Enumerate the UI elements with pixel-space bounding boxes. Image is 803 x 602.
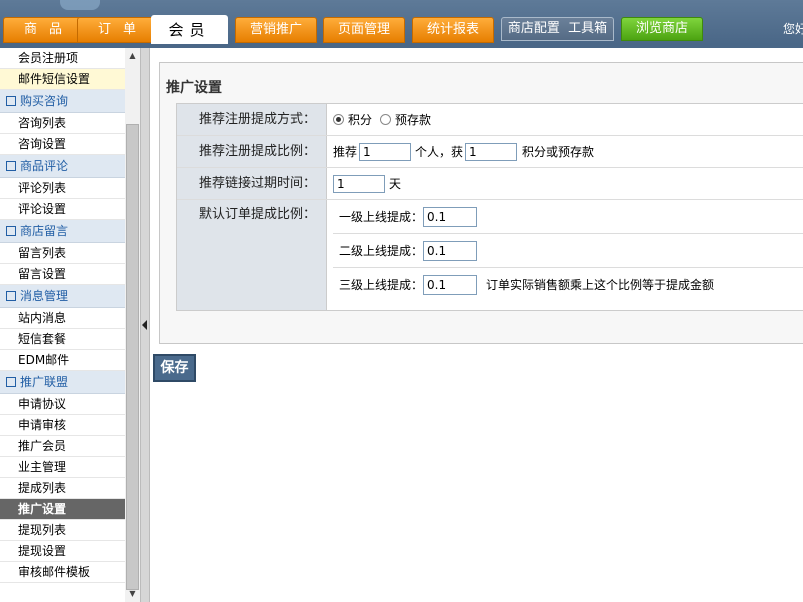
order-label: 默认订单提成比例： [177, 200, 327, 310]
collapse-box-icon[interactable] [6, 225, 16, 236]
level2-row: 二级上线提成： [333, 234, 803, 268]
tab-orders[interactable]: 订单 [77, 17, 157, 43]
sidebar-item[interactable]: 推广会员 [0, 436, 125, 457]
sidebar-group-header[interactable]: 推广联盟 [0, 371, 125, 394]
tab-store-config[interactable]: 商店配置 工具箱 [501, 17, 614, 41]
collapse-box-icon[interactable] [6, 290, 16, 301]
collapse-box-icon[interactable] [6, 160, 16, 171]
expire-unit: 天 [389, 177, 402, 191]
level3-note: 订单实际销售额乘上这个比例等于提成金额 [486, 278, 715, 292]
sidebar-group-label: 消息管理 [20, 289, 69, 303]
method-row: 推荐注册提成方式： 积分 预存款 [177, 104, 803, 136]
sidebar-group-label: 购买咨询 [20, 94, 69, 108]
scroll-down-icon[interactable]: ▼ [125, 586, 140, 602]
radio-prepaid[interactable] [380, 114, 392, 125]
sidebar-item[interactable]: 咨询设置 [0, 134, 125, 155]
sidebar-item[interactable]: 评论列表 [0, 178, 125, 199]
sidebar-item[interactable]: 审核邮件模板 [0, 562, 125, 583]
sidebar-item[interactable]: 评论设置 [0, 199, 125, 220]
level2-input[interactable] [423, 240, 478, 261]
level3-row: 三级上线提成： 订单实际销售额乘上这个比例等于提成金额 [333, 268, 803, 301]
sidebar-item[interactable]: 提现列表 [0, 520, 125, 541]
ratio-mid: 个人，获 [415, 145, 464, 159]
sidebar-item[interactable]: 站内消息 [0, 308, 125, 329]
settings-panel: 推广设置 推荐注册提成方式： 积分 预存款 推荐注册提成比例： 推荐 个人，获 [159, 62, 803, 344]
main-content: 推广设置 推荐注册提成方式： 积分 预存款 推荐注册提成比例： 推荐 个人，获 [150, 48, 803, 602]
sidebar-item[interactable]: 申请审核 [0, 415, 125, 436]
expire-input[interactable] [333, 174, 385, 193]
tab-page-management[interactable]: 页面管理 [323, 17, 405, 43]
sidebar-item[interactable]: 业主管理 [0, 457, 125, 478]
tab-products[interactable]: 商品 [3, 17, 83, 43]
ratio-people-input[interactable] [359, 142, 412, 161]
sidebar: 会员注册项 邮件短信设置购买咨询咨询列表 咨询设置商品评论评论列表 评论设置商店留言留… [0, 48, 125, 602]
welcome-text: 您好 [782, 22, 803, 36]
collapse-arrow-icon[interactable] [142, 320, 147, 330]
collapse-box-icon[interactable] [6, 376, 16, 387]
tab-statistics[interactable]: 统计报表 [412, 17, 494, 43]
sidebar-group-label: 商店留言 [20, 224, 69, 238]
collapse-box-icon[interactable] [6, 95, 16, 106]
sidebar-item[interactable]: 留言设置 [0, 264, 125, 285]
sidebar-item[interactable]: 申请协议 [0, 394, 125, 415]
sidebar-group-header[interactable]: 商品评论 [0, 155, 125, 178]
sidebar-item[interactable]: 邮件短信设置 [0, 69, 125, 90]
top-navigation: 商品 订单 会员 营销推广 页面管理 统计报表 商店配置 工具箱 浏览商店 您好 [0, 0, 803, 44]
sidebar-scrollbar[interactable]: ▲ ▼ [125, 48, 140, 602]
sidebar-item[interactable]: 提成列表 [0, 478, 125, 499]
expire-row: 推荐链接过期时间： 天 [177, 168, 803, 200]
sidebar-group-header[interactable]: 商店留言 [0, 220, 125, 243]
sidebar-group-header[interactable]: 消息管理 [0, 285, 125, 308]
expire-label: 推荐链接过期时间： [177, 168, 327, 199]
save-button[interactable]: 保存 [153, 354, 196, 382]
sidebar-item[interactable]: 提现设置 [0, 541, 125, 562]
page-title: 推广设置 [166, 80, 222, 96]
sidebar-group-label: 商品评论 [20, 159, 69, 173]
sidebar-item[interactable]: 推广设置 [0, 499, 125, 520]
sidebar-group-label: 推广联盟 [20, 375, 69, 389]
sidebar-item[interactable]: 留言列表 [0, 243, 125, 264]
ratio-suffix: 积分或预存款 [522, 145, 595, 159]
level1-row: 一级上线提成： [333, 200, 803, 234]
sidebar-item[interactable]: 短信套餐 [0, 329, 125, 350]
sidebar-item[interactable]: 咨询列表 [0, 113, 125, 134]
level1-label: 一级上线提成： [339, 210, 424, 224]
order-commission-row: 默认订单提成比例： 一级上线提成： 二级上线提成： 三级上线提成： 订单实际销售… [177, 200, 803, 310]
tab-browse-store[interactable]: 浏览商店 [621, 17, 703, 41]
level3-input[interactable] [423, 274, 478, 295]
ratio-label: 推荐注册提成比例： [177, 136, 327, 167]
ratio-reward-input[interactable] [465, 142, 518, 161]
tab-members[interactable]: 会员 [151, 15, 228, 44]
sidebar-item[interactable]: EDM邮件 [0, 350, 125, 371]
level3-label: 三级上线提成： [339, 278, 424, 292]
level2-label: 二级上线提成： [339, 244, 424, 258]
radio-points-label[interactable]: 积分 [348, 111, 372, 128]
scroll-thumb[interactable] [126, 124, 139, 590]
ratio-prefix: 推荐 [333, 145, 358, 159]
radio-points[interactable] [333, 114, 344, 125]
ratio-row: 推荐注册提成比例： 推荐 个人，获 积分或预存款 [177, 136, 803, 168]
tab-marketing[interactable]: 营销推广 [235, 17, 317, 43]
scroll-up-icon[interactable]: ▲ [125, 48, 140, 64]
radio-prepaid-label[interactable]: 预存款 [395, 111, 431, 128]
panel-splitter[interactable] [140, 48, 150, 602]
logo [60, 0, 100, 10]
sidebar-item[interactable]: 会员注册项 [0, 48, 125, 69]
sidebar-group-header[interactable]: 购买咨询 [0, 90, 125, 113]
settings-form: 推荐注册提成方式： 积分 预存款 推荐注册提成比例： 推荐 个人，获 积分或预存… [176, 103, 803, 311]
method-label: 推荐注册提成方式： [177, 104, 327, 135]
level1-input[interactable] [423, 206, 478, 227]
